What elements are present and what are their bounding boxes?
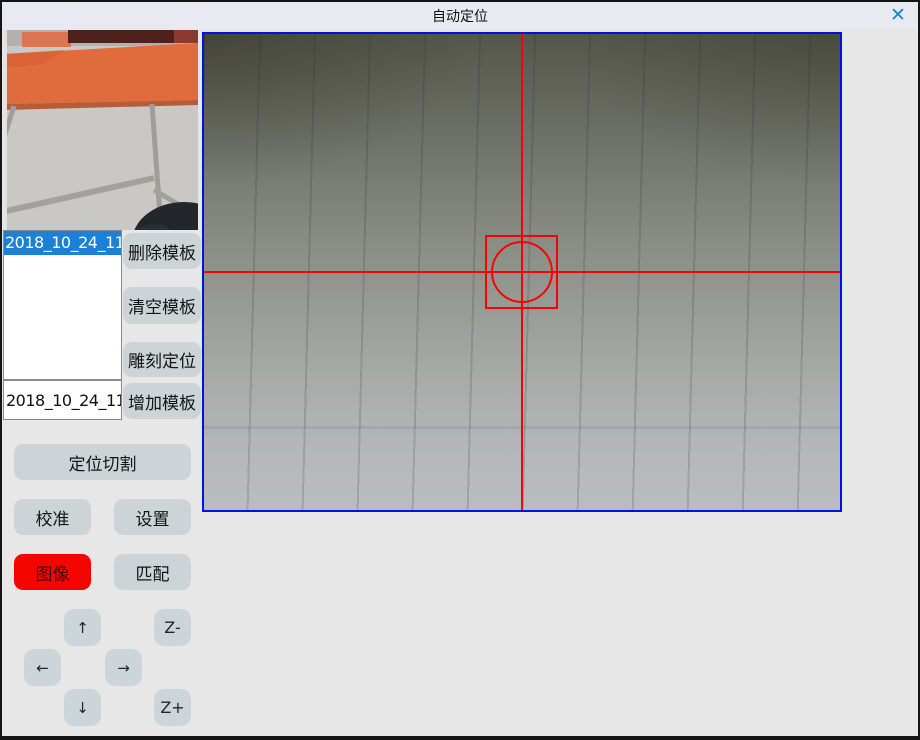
jog-right-button[interactable]: → [105, 649, 142, 686]
clear-templates-button[interactable]: 清空模板 [123, 287, 201, 324]
title-bar: 自动定位 ✕ [2, 2, 918, 29]
position-cut-button[interactable]: 定位切割 [14, 444, 191, 480]
template-name-input[interactable] [3, 380, 122, 420]
jog-up-button[interactable]: ↑ [64, 609, 101, 646]
dialog-title: 自动定位 [432, 6, 488, 26]
template-thumbnail [4, 30, 198, 230]
delete-template-button[interactable]: 删除模板 [123, 233, 201, 269]
close-icon[interactable]: ✕ [886, 3, 910, 27]
jog-down-button[interactable]: ↓ [64, 689, 101, 726]
target-circle-overlay [491, 241, 553, 303]
match-button[interactable]: 匹配 [114, 554, 191, 590]
template-list[interactable]: 2018_10_24_11 [3, 230, 122, 380]
jog-z-plus-button[interactable]: Z+ [154, 689, 191, 726]
list-item[interactable]: 2018_10_24_11 [4, 231, 121, 255]
image-button[interactable]: 图像 [14, 554, 91, 590]
jog-z-minus-button[interactable]: Z- [154, 609, 191, 646]
add-template-button[interactable]: 增加模板 [123, 383, 201, 419]
auto-position-dialog: 自动定位 ✕ 2018_10_24_11 [0, 0, 920, 740]
jog-left-button[interactable]: ← [24, 649, 61, 686]
camera-view[interactable] [202, 32, 842, 512]
calibrate-button[interactable]: 校准 [14, 499, 91, 535]
settings-button[interactable]: 设置 [114, 499, 191, 535]
engrave-position-button[interactable]: 雕刻定位 [123, 342, 201, 377]
thumbnail-image [4, 30, 198, 230]
